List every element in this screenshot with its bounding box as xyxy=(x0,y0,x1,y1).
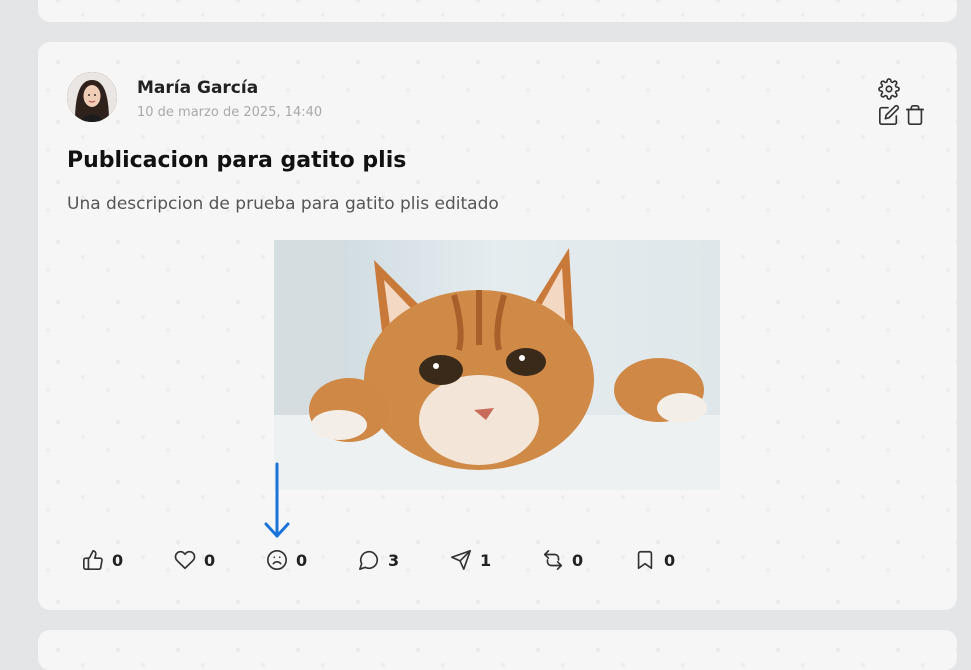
edit-icon[interactable] xyxy=(878,104,900,126)
post-title: Publicacion para gatito plis xyxy=(67,148,407,173)
next-post-card xyxy=(38,630,957,670)
heart-icon xyxy=(174,550,196,570)
post-card: María García 10 de marzo de 2025, 14:40 … xyxy=(38,42,957,610)
cat-image xyxy=(274,240,720,490)
post-date: 10 de marzo de 2025, 14:40 xyxy=(137,105,323,120)
like-button[interactable]: 0 xyxy=(74,542,131,578)
share-button[interactable]: 1 xyxy=(442,542,499,578)
post-description: Una descripcion de prueba para gatito pl… xyxy=(67,194,499,214)
repeat-icon xyxy=(543,550,563,570)
comment-button[interactable]: 3 xyxy=(350,542,407,578)
bookmark-count: 0 xyxy=(664,550,676,570)
arrow-down-icon xyxy=(264,462,290,538)
bookmark-icon xyxy=(637,550,653,570)
thumbs-up-icon xyxy=(83,550,103,570)
like-count: 0 xyxy=(112,550,124,570)
comment-count: 3 xyxy=(388,550,400,570)
avatar[interactable] xyxy=(67,72,117,122)
author-name[interactable]: María García xyxy=(137,78,258,98)
sad-count: 0 xyxy=(296,550,308,570)
send-icon xyxy=(451,550,471,570)
trash-icon[interactable] xyxy=(904,104,926,126)
share-count: 1 xyxy=(480,550,492,570)
love-button[interactable]: 0 xyxy=(166,542,223,578)
love-count: 0 xyxy=(204,550,216,570)
gear-icon[interactable] xyxy=(878,78,900,100)
repost-button[interactable]: 0 xyxy=(534,542,591,578)
sad-button[interactable]: 0 xyxy=(258,542,315,578)
message-circle-icon xyxy=(359,550,379,570)
previous-post-card xyxy=(38,0,957,22)
bookmark-button[interactable]: 0 xyxy=(626,542,683,578)
repost-count: 0 xyxy=(572,550,584,570)
post-image[interactable] xyxy=(274,240,720,490)
frown-icon xyxy=(267,550,287,570)
